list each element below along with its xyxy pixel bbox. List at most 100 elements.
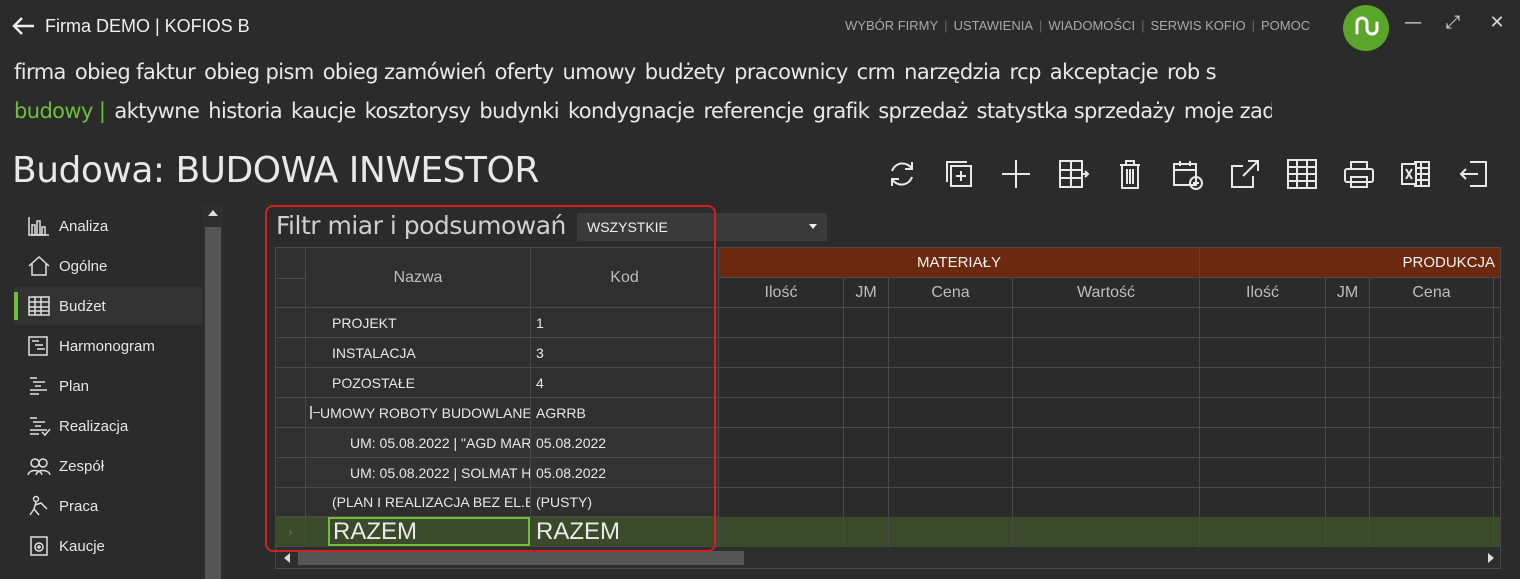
scrollbar-thumb[interactable]	[298, 551, 744, 565]
menu-messages[interactable]: WIADOMOŚCI	[1048, 18, 1135, 33]
scroll-up-icon[interactable]	[208, 210, 218, 216]
scrollbar-thumb[interactable]	[205, 227, 221, 579]
subnav-moje-zadania[interactable]: moje zadania	[1184, 99, 1272, 123]
cell-name[interactable]: INSTALACJA	[306, 338, 531, 368]
sidebar-item-label: Harmonogram	[59, 337, 155, 355]
total-row[interactable]: › RAZEM RAZEM	[276, 517, 1500, 547]
app-title: Firma DEMO | KOFIOS B	[45, 16, 250, 36]
nav-pracownicy[interactable]: pracownicy	[734, 60, 848, 84]
row-indicator-icon: ›	[276, 517, 306, 547]
cell-code[interactable]: 4	[531, 368, 719, 398]
cell-code[interactable]: 3	[531, 338, 719, 368]
sidebar-item-praca[interactable]: Praca	[14, 487, 202, 525]
nav-rob[interactable]: rob s	[1167, 60, 1217, 84]
return-icon[interactable]	[1452, 154, 1495, 194]
menu-service[interactable]: SERWIS KOFIO	[1150, 18, 1245, 33]
nav-budowy[interactable]: budowy |	[14, 99, 106, 123]
nav-umowy[interactable]: umowy	[563, 60, 637, 84]
nav-oferty[interactable]: oferty	[495, 60, 554, 84]
sidebar-item-plan[interactable]: Plan	[14, 367, 202, 405]
excel-icon[interactable]	[1395, 154, 1438, 194]
scroll-left-icon[interactable]	[284, 553, 290, 563]
subnav-sprzedaz[interactable]: sprzedaż	[878, 99, 968, 123]
sidebar-item-ogolne[interactable]: Ogólne	[14, 247, 202, 285]
copy-add-icon[interactable]	[937, 154, 980, 194]
sidebar-item-budzet[interactable]: Budżet	[14, 287, 202, 325]
sidebar-item-label: Budżet	[59, 297, 106, 315]
subnav-referencje[interactable]: referencje	[703, 99, 804, 123]
total-code-cell[interactable]: RAZEM	[531, 517, 719, 547]
menu-company-select[interactable]: WYBÓR FIRMY	[845, 18, 938, 33]
plus-icon[interactable]	[994, 154, 1037, 194]
sidebar-item-label: Praca	[59, 497, 99, 515]
cell-code[interactable]: 05.08.2022	[531, 428, 719, 458]
maximize-icon[interactable]: ⤢	[1440, 10, 1466, 36]
column-header-cena[interactable]: Cena	[889, 278, 1013, 308]
column-header-cena-2[interactable]: Cena	[1370, 278, 1494, 308]
subnav-budynki[interactable]: budynki	[479, 99, 559, 123]
nav-firma[interactable]: firma	[14, 60, 66, 84]
column-header-wartosc[interactable]: Wartość	[1013, 278, 1200, 308]
subnav-aktywne[interactable]: aktywne	[114, 99, 200, 123]
plan-icon	[26, 374, 52, 398]
table-icon	[26, 294, 52, 318]
cell-code[interactable]: 05.08.2022	[531, 458, 719, 488]
collapse-icon[interactable]	[310, 406, 320, 419]
cell-code[interactable]: AGRRB	[531, 398, 719, 428]
subnav-historia[interactable]: historia	[208, 99, 282, 123]
calendar-add-icon[interactable]	[1166, 154, 1209, 194]
subnav-kaucje[interactable]: kaucje	[291, 99, 356, 123]
grid-horizontal-scrollbar[interactable]	[276, 547, 1500, 568]
app-logo-icon[interactable]	[1343, 5, 1389, 51]
cell-name[interactable]: UM: 05.08.2022 | SOLMAT HURT	[306, 458, 531, 488]
menu-help[interactable]: POMOC	[1261, 18, 1310, 33]
print-icon[interactable]	[1338, 154, 1381, 194]
cell-name[interactable]: UM: 05.08.2022 | "AGD MARKET"	[306, 428, 531, 458]
nav-budzety[interactable]: budżety	[645, 60, 726, 84]
sidebar-item-label: Realizacja	[59, 417, 129, 435]
cell-name[interactable]: POZOSTAŁE	[306, 368, 531, 398]
filter-select[interactable]: WSZYSTKIE	[577, 213, 827, 241]
nav-rcp[interactable]: rcp	[1010, 60, 1042, 84]
subnav-statystka-sprzedazy[interactable]: statystka sprzedaży	[977, 99, 1176, 123]
sidebar-item-realizacja[interactable]: Realizacja	[14, 407, 202, 445]
nav-crm[interactable]: crm	[857, 60, 896, 84]
total-name-cell[interactable]: RAZEM	[328, 517, 530, 546]
cell-code[interactable]: (PUSTY)	[531, 488, 719, 517]
deposit-icon	[26, 534, 52, 558]
column-header-name[interactable]: Nazwa	[306, 248, 531, 308]
subnav-kosztorysy[interactable]: kosztorysy	[365, 99, 471, 123]
column-header-ilosc-2[interactable]: Ilość	[1200, 278, 1326, 308]
sidebar-item-label: Ogólne	[59, 257, 108, 275]
column-header-code[interactable]: Kod	[531, 248, 719, 308]
sidebar-item-kaucje[interactable]: Kaucje	[14, 527, 202, 565]
nav-narzedzia[interactable]: narzędzia	[904, 60, 1001, 84]
cell-name[interactable]: PROJEKT	[306, 308, 531, 338]
minimize-icon[interactable]: —	[1400, 10, 1426, 36]
sidebar-scrollbar[interactable]	[203, 205, 223, 579]
subnav-kondygnacje[interactable]: kondygnacje	[568, 99, 695, 123]
column-header-jm[interactable]: JM	[844, 278, 889, 308]
external-link-icon[interactable]	[1223, 154, 1266, 194]
cell-name[interactable]: UMOWY ROBOTY BUDOWLANE	[306, 398, 531, 428]
sidebar-item-analiza[interactable]: Analiza	[14, 207, 202, 245]
subnav-grafik[interactable]: grafik	[813, 99, 870, 123]
sidebar-item-zespol[interactable]: Zespół	[14, 447, 202, 485]
cell-name[interactable]: (PLAN I REALIZACJA BEZ EL.BUDŻETU)	[306, 488, 531, 517]
back-arrow-icon[interactable]	[10, 12, 38, 40]
table-icon[interactable]	[1280, 154, 1323, 194]
nav-obieg-faktur[interactable]: obieg faktur	[75, 60, 196, 84]
refresh-icon[interactable]	[880, 154, 923, 194]
grid-arrow-icon[interactable]	[1052, 154, 1095, 194]
nav-obieg-zamowien[interactable]: obieg zamówień	[323, 60, 487, 84]
column-header-jm-2[interactable]: JM	[1326, 278, 1370, 308]
column-header-ilosc[interactable]: Ilość	[719, 278, 844, 308]
menu-settings[interactable]: USTAWIENIA	[954, 18, 1033, 33]
sidebar-item-harmonogram[interactable]: Harmonogram	[14, 327, 202, 365]
nav-obieg-pism[interactable]: obieg pism	[204, 60, 314, 84]
nav-akceptacje[interactable]: akceptacje	[1050, 60, 1159, 84]
trash-icon[interactable]	[1109, 154, 1152, 194]
cell-code[interactable]: 1	[531, 308, 719, 338]
close-icon[interactable]: ✕	[1484, 10, 1510, 36]
scroll-right-icon[interactable]	[1488, 553, 1494, 563]
